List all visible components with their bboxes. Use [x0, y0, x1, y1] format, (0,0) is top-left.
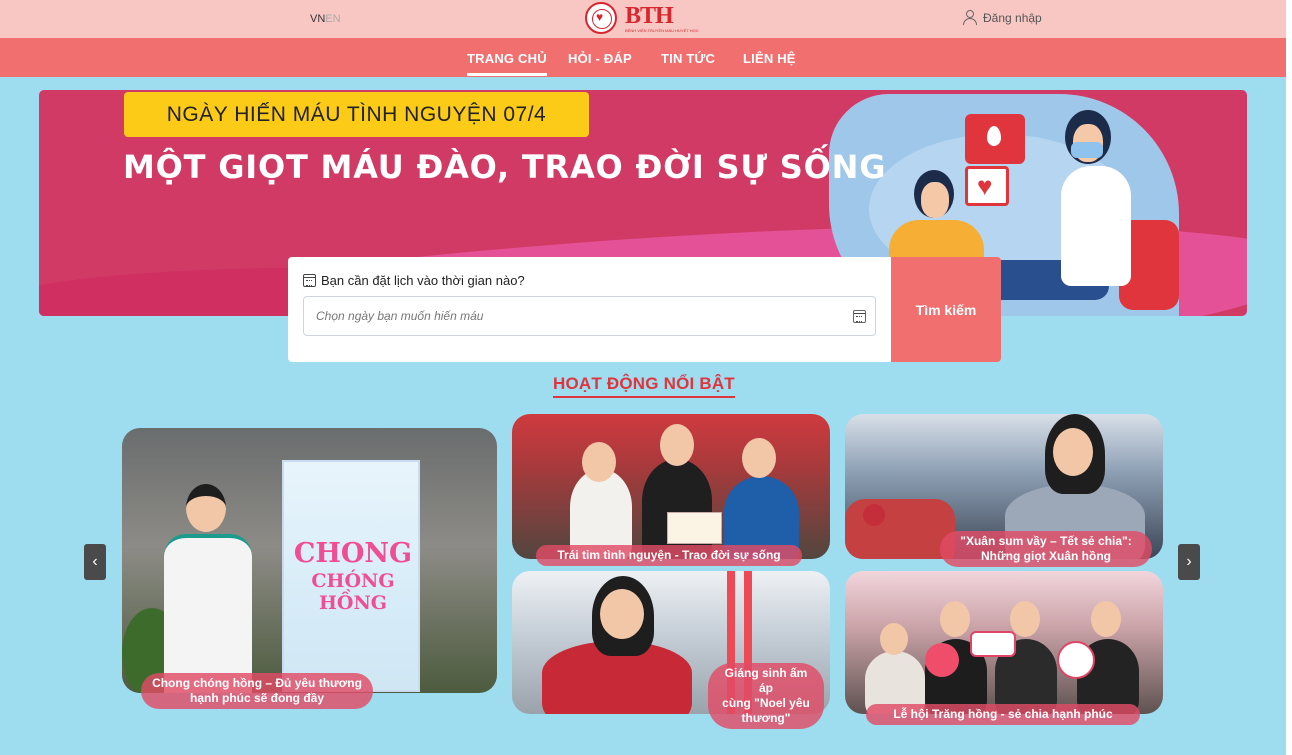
- card-caption: "Xuân sum vầy – Tết sẻ chia": Những giọt…: [940, 531, 1152, 567]
- activity-card-pinwheel[interactable]: CHONG CHÓNG HỒNG: [122, 428, 497, 693]
- date-input-placeholder: Chọn ngày bạn muốn hiến máu: [316, 309, 484, 323]
- card-caption: Giáng sinh ấm áp cùng "Noel yêu thương": [708, 663, 824, 729]
- poster-subtitle: CHÓNG HỒNG: [311, 570, 395, 614]
- logo-text: BTH: [625, 2, 674, 29]
- card-caption: Lễ hội Trăng hồng - sẻ chia hạnh phúc: [866, 704, 1140, 725]
- top-bar: VNEN BTH BỆNH VIỆN TRUYỀN MÁU HUYẾT HỌC …: [0, 0, 1286, 38]
- login-label: Đăng nhập: [983, 10, 1042, 25]
- volunteer-photo: [164, 484, 254, 693]
- hospital-seal-icon: [585, 2, 617, 34]
- search-button[interactable]: Tìm kiếm: [891, 257, 1001, 362]
- blood-drop-icon: [965, 114, 1025, 164]
- page: VNEN BTH BỆNH VIỆN TRUYỀN MÁU HUYẾT HỌC …: [0, 0, 1286, 755]
- nav-item-qa[interactable]: HỎI - ĐÁP: [568, 51, 632, 66]
- event-poster: CHONG CHÓNG HỒNG: [282, 460, 420, 692]
- calendar-picker-icon[interactable]: [853, 310, 866, 323]
- lang-vn[interactable]: VN: [310, 13, 325, 25]
- booking-search: Bạn cần đặt lịch vào thời gian nào? Chọn…: [288, 257, 1001, 362]
- logo-subtitle: BỆNH VIỆN TRUYỀN MÁU HUYẾT HỌC: [625, 27, 699, 33]
- login-link[interactable]: Đăng nhập: [962, 10, 1042, 25]
- search-label: Bạn cần đặt lịch vào thời gian nào?: [303, 273, 525, 288]
- nav-item-home[interactable]: TRANG CHỦ: [467, 51, 547, 76]
- lang-en[interactable]: EN: [325, 13, 340, 25]
- language-switcher[interactable]: VNEN: [310, 13, 341, 25]
- activity-card-volunteer-heart[interactable]: [512, 414, 830, 559]
- poster-title: CHONG: [293, 538, 413, 569]
- user-icon: [962, 10, 977, 25]
- search-panel: Bạn cần đặt lịch vào thời gian nào? Chọn…: [288, 257, 891, 362]
- nav-item-news[interactable]: TIN TỨC: [661, 51, 715, 66]
- nav-item-contact[interactable]: LIÊN HỆ: [743, 51, 796, 66]
- activity-card-moon-festival[interactable]: [845, 571, 1163, 714]
- logo[interactable]: BTH BỆNH VIỆN TRUYỀN MÁU HUYẾT HỌC: [585, 2, 699, 34]
- card-caption: Trái tim tình nguyện - Trao đời sự sống: [536, 545, 802, 566]
- hero-headline: MỘT GIỌT MÁU ĐÀO, TRAO ĐỜI SỰ SỐNG: [123, 148, 887, 186]
- main-nav: TRANG CHỦ HỎI - ĐÁP TIN TỨC LIÊN HỆ: [0, 38, 1286, 77]
- date-input[interactable]: Chọn ngày bạn muốn hiến máu: [303, 296, 876, 336]
- event-badge: NGÀY HIẾN MÁU TÌNH NGUYỆN 07/4: [124, 92, 589, 137]
- calendar-icon: [303, 274, 316, 287]
- carousel-prev-button[interactable]: ‹: [84, 544, 106, 580]
- nurse-figure: [1049, 110, 1139, 290]
- card-caption: Chong chóng hồng – Đủ yêu thương hạnh ph…: [141, 673, 373, 709]
- carousel-next-button[interactable]: ›: [1178, 544, 1200, 580]
- section-title: HOẠT ĐỘNG NỔI BẬT: [553, 374, 735, 398]
